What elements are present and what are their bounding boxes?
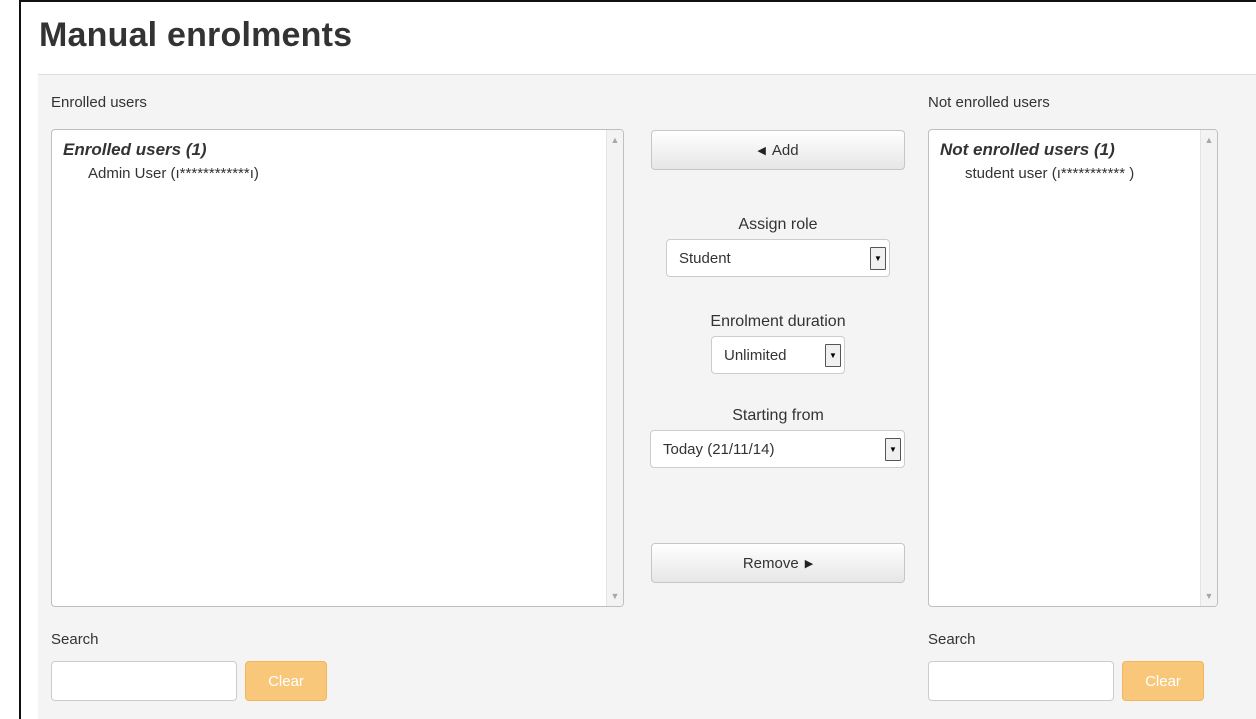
add-button-label: Add (771, 141, 799, 159)
scroll-up-icon[interactable]: ▲ (607, 132, 623, 148)
not-enrolled-clear-button[interactable]: Clear (1122, 661, 1204, 701)
search-label: Search (51, 631, 99, 648)
starting-from-value: Today (21/11/14) (663, 441, 775, 458)
search-label: Search (928, 631, 976, 648)
assign-role-select[interactable]: Student ▼ (666, 239, 890, 277)
enrolment-duration-label: Enrolment duration (710, 313, 846, 330)
left-triangle-icon: ◀ (757, 144, 766, 157)
not-enrolled-user-option[interactable]: student user (ı*********** ) (965, 165, 1134, 182)
assign-role-value: Student (679, 250, 731, 267)
remove-button[interactable]: Remove ▶ (651, 543, 905, 583)
not-enrolled-users-listbox[interactable]: Not enrolled users (1) student user (ı**… (928, 129, 1218, 607)
not-enrolled-search-input[interactable] (928, 661, 1114, 701)
assign-role-label: Assign role (738, 216, 818, 233)
enrolled-users-listbox[interactable]: Enrolled users (1) Admin User (ı********… (51, 129, 624, 607)
enrolled-users-scrollbar[interactable]: ▲ ▼ (606, 130, 623, 606)
dropdown-arrow-icon[interactable]: ▼ (825, 344, 841, 367)
frame-border-left (19, 0, 21, 719)
scroll-down-icon[interactable]: ▼ (607, 588, 623, 604)
not-enrolled-users-scrollbar[interactable]: ▲ ▼ (1200, 130, 1217, 606)
scroll-up-icon[interactable]: ▲ (1201, 132, 1217, 148)
enrolment-duration-value: Unlimited (724, 347, 787, 364)
not-enrolled-users-heading: Not enrolled users (928, 94, 1050, 111)
page-title: Manual enrolments (39, 16, 353, 54)
remove-button-label: Remove (742, 554, 799, 572)
enrolled-clear-button[interactable]: Clear (245, 661, 327, 701)
enrolment-panel: Enrolled users Enrolled users (1) Admin … (38, 74, 1256, 719)
enrolled-users-group-label: Enrolled users (1) (63, 140, 207, 159)
right-triangle-icon: ▶ (804, 557, 814, 570)
frame-border-top (19, 0, 1256, 2)
starting-from-label: Starting from (732, 407, 824, 424)
scroll-down-icon[interactable]: ▼ (1201, 588, 1217, 604)
add-button[interactable]: ◀ Add (651, 130, 905, 170)
enrolment-duration-select[interactable]: Unlimited ▼ (711, 336, 845, 374)
enrolled-search-input[interactable] (51, 661, 237, 701)
not-enrolled-users-group-label: Not enrolled users (1) (940, 140, 1115, 159)
dropdown-arrow-icon[interactable]: ▼ (885, 438, 901, 461)
enrolled-users-heading: Enrolled users (51, 94, 147, 111)
enrolled-user-option[interactable]: Admin User (ı************ı) (88, 165, 259, 182)
starting-from-select[interactable]: Today (21/11/14) ▼ (650, 430, 905, 468)
dropdown-arrow-icon[interactable]: ▼ (870, 247, 886, 270)
